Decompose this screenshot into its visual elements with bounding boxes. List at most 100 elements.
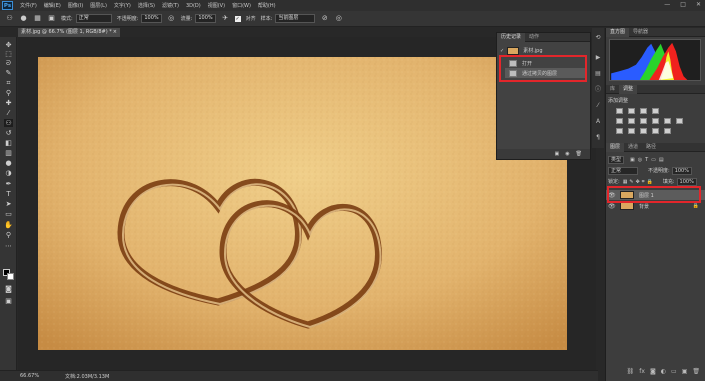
menu-select[interactable]: 选择(S): [138, 2, 155, 9]
new-snapshot-icon[interactable]: ◉: [565, 151, 569, 157]
photo-filter-icon[interactable]: [664, 118, 671, 124]
screen-mode-icon[interactable]: ▣: [4, 297, 13, 305]
brush-settings-icon[interactable]: ⁄: [594, 102, 602, 110]
menu-image[interactable]: 图像(I): [68, 2, 83, 9]
character-icon[interactable]: A: [594, 118, 602, 126]
document-info[interactable]: 文档:2.03M/3.13M: [65, 373, 109, 380]
history-brush-tool-icon[interactable]: ↺: [4, 129, 13, 137]
tab-channels[interactable]: 通道: [624, 143, 642, 152]
new-document-from-state-icon[interactable]: ▣: [555, 151, 560, 157]
ignore-adjustment-icon[interactable]: ⊘: [320, 14, 329, 23]
hue-saturation-icon[interactable]: [628, 118, 635, 124]
aligned-checkbox[interactable]: ✓: [234, 15, 241, 22]
visibility-eye-icon[interactable]: 👁: [608, 203, 616, 210]
properties-icon[interactable]: ▤: [594, 70, 602, 78]
mode-select[interactable]: 正常: [75, 14, 112, 23]
delete-state-icon[interactable]: 🗑: [576, 151, 582, 157]
brush-source-icon[interactable]: ✓: [500, 48, 504, 54]
opacity-input[interactable]: 100%: [141, 14, 162, 23]
menu-window[interactable]: 窗口(W): [232, 2, 251, 9]
hand-tool-icon[interactable]: ✋: [4, 221, 13, 229]
tab-layers[interactable]: 图层: [606, 142, 625, 152]
tab-histogram[interactable]: 直方图: [606, 27, 630, 37]
eraser-tool-icon[interactable]: ◧: [4, 139, 13, 147]
sample-select[interactable]: 当前图层: [275, 14, 316, 23]
layer-opacity-input[interactable]: 100%: [671, 166, 692, 175]
new-group-icon[interactable]: ▭: [671, 368, 677, 378]
clone-stamp-tool-icon[interactable]: ⚇: [4, 119, 13, 127]
dodge-tool-icon[interactable]: ◑: [4, 169, 13, 177]
move-tool-icon[interactable]: ✥: [4, 41, 13, 49]
paragraph-icon[interactable]: ¶: [594, 134, 602, 142]
menu-edit[interactable]: 编辑(E): [44, 2, 61, 9]
clone-stamp-tool-icon[interactable]: ⚇: [5, 14, 14, 23]
minimize-button[interactable]: —: [664, 1, 670, 8]
levels-icon[interactable]: [628, 108, 635, 114]
pressure-opacity-icon[interactable]: ◎: [167, 14, 176, 23]
more-tools-icon[interactable]: ⋯: [4, 242, 13, 250]
info-icon[interactable]: ⓘ: [594, 86, 602, 94]
color-balance-icon[interactable]: [640, 118, 647, 124]
gradient-tool-icon[interactable]: ▥: [4, 149, 13, 157]
black-white-icon[interactable]: [652, 118, 659, 124]
pen-tool-icon[interactable]: ✒: [4, 180, 13, 188]
clone-source-icon[interactable]: ▣: [47, 14, 56, 23]
lasso-tool-icon[interactable]: ᘐ: [4, 59, 13, 67]
close-window-button[interactable]: ✕: [696, 1, 701, 8]
tab-libraries[interactable]: 库: [606, 85, 619, 94]
zoom-level[interactable]: 66.67%: [20, 373, 45, 379]
fill-input[interactable]: 100%: [676, 177, 697, 186]
link-layers-icon[interactable]: ⛓: [627, 368, 635, 378]
document-tab[interactable]: 素材.jpg @ 66.7% (图层 1, RGB/8#) * ×: [18, 28, 120, 37]
pressure-size-icon[interactable]: ◎: [334, 14, 343, 23]
invert-icon[interactable]: [616, 128, 623, 134]
airbrush-icon[interactable]: ✈: [221, 14, 230, 23]
tab-paths[interactable]: 路径: [642, 143, 660, 152]
menu-layer[interactable]: 图层(L): [90, 2, 107, 9]
exposure-icon[interactable]: [652, 108, 659, 114]
menu-3d[interactable]: 3D(D): [186, 3, 201, 9]
shape-tool-icon[interactable]: ▭: [4, 210, 13, 218]
new-layer-icon[interactable]: ▣: [682, 368, 688, 378]
selective-color-icon[interactable]: [664, 128, 671, 134]
blend-mode-select[interactable]: 正常: [608, 166, 638, 175]
blur-tool-icon[interactable]: ●: [4, 159, 13, 167]
crop-tool-icon[interactable]: ⌗: [4, 79, 13, 87]
layer-style-icon[interactable]: fx: [639, 368, 645, 378]
type-tool-icon[interactable]: T: [4, 190, 13, 198]
quick-select-tool-icon[interactable]: ✎: [4, 69, 13, 77]
tab-actions[interactable]: 动作: [525, 33, 543, 42]
menu-filter[interactable]: 滤镜(T): [162, 2, 179, 9]
play-icon[interactable]: ▶: [594, 54, 602, 62]
menu-view[interactable]: 视图(V): [208, 2, 225, 9]
menu-help[interactable]: 帮助(H): [258, 2, 276, 9]
lock-icons[interactable]: ▦✎✥⌗🔒: [623, 179, 655, 185]
menu-type[interactable]: 文字(Y): [114, 2, 131, 9]
add-mask-icon[interactable]: ◙: [650, 368, 656, 378]
curves-icon[interactable]: [640, 108, 647, 114]
posterize-icon[interactable]: [628, 128, 635, 134]
filter-kind-select[interactable]: 类型: [608, 155, 625, 164]
background-color-swatch[interactable]: [7, 273, 14, 280]
threshold-icon[interactable]: [640, 128, 647, 134]
new-fill-layer-icon[interactable]: ◐: [661, 368, 666, 378]
marquee-tool-icon[interactable]: ⬚: [4, 50, 13, 58]
flow-input[interactable]: 100%: [195, 14, 216, 23]
tab-adjustments[interactable]: 调整: [619, 84, 638, 94]
healing-brush-tool-icon[interactable]: ✚: [4, 99, 13, 107]
close-tab-icon[interactable]: ×: [113, 28, 117, 37]
zoom-tool-icon[interactable]: ⚲: [4, 231, 13, 239]
channel-mixer-icon[interactable]: [676, 118, 683, 124]
delete-layer-icon[interactable]: 🗑: [692, 368, 700, 378]
brush-panel-icon[interactable]: ▦: [33, 14, 42, 23]
history-panel-icon[interactable]: ⟲: [594, 34, 602, 42]
gradient-map-icon[interactable]: [652, 128, 659, 134]
tab-navigator[interactable]: 导航器: [629, 28, 652, 37]
filter-icons[interactable]: ▣◎T▭▤: [630, 157, 667, 163]
maximize-button[interactable]: □: [680, 1, 686, 8]
brightness-icon[interactable]: [616, 108, 623, 114]
menu-file[interactable]: 文件(F): [20, 2, 37, 9]
path-select-tool-icon[interactable]: ➤: [4, 200, 13, 208]
brush-tool-icon[interactable]: ⁄: [4, 109, 13, 117]
tab-history[interactable]: 历史记录: [497, 32, 526, 42]
